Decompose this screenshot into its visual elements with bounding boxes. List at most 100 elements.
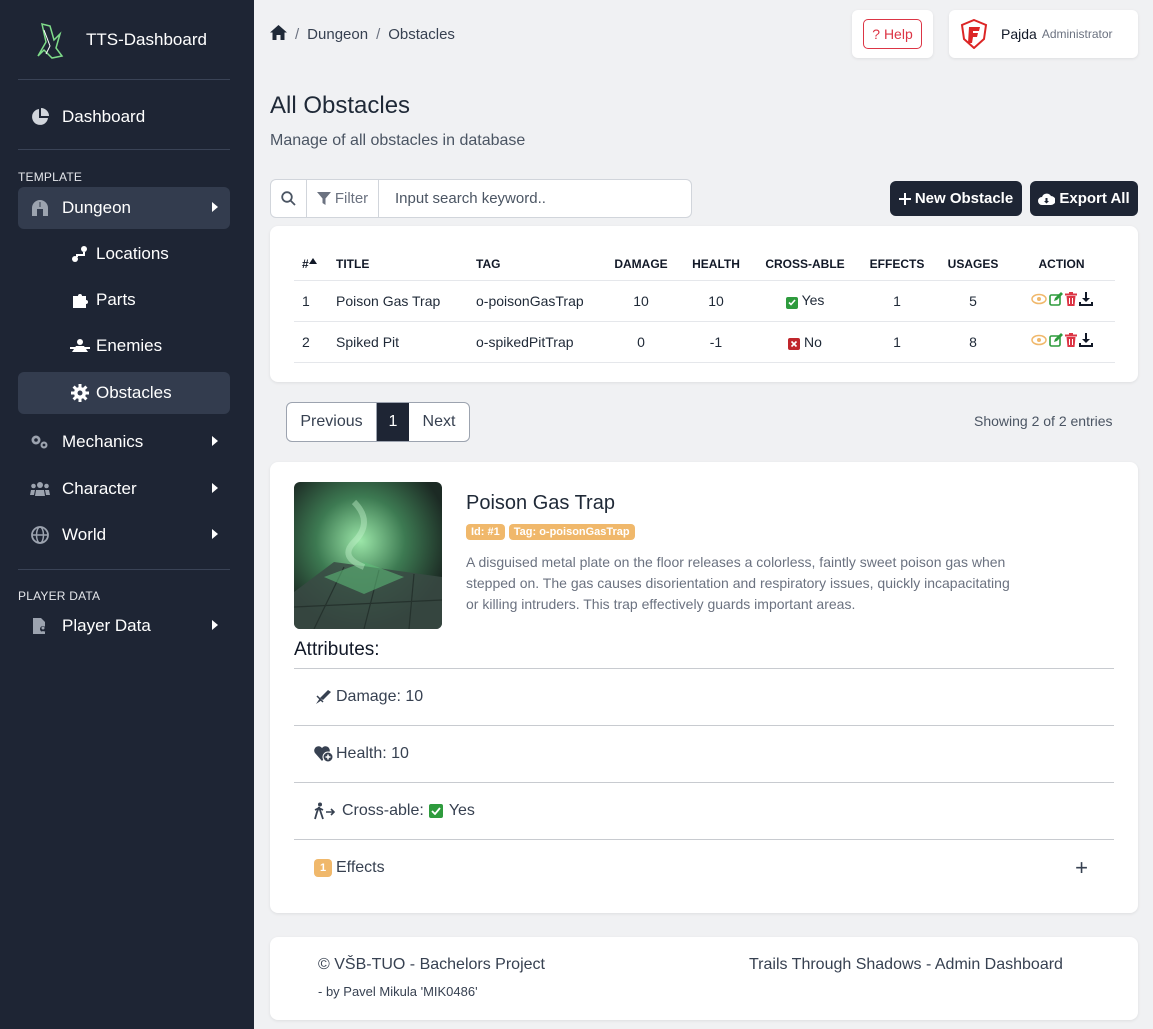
sidebar-item-locations[interactable]: Locations: [18, 233, 230, 275]
cloud-download-icon: [1038, 193, 1056, 205]
column-header-effects[interactable]: EFFECTS: [856, 248, 938, 281]
tag-badge: Tag: o-poisonGasTrap: [508, 524, 635, 540]
cell-damage: 0: [604, 321, 678, 363]
filter-button[interactable]: Filter: [307, 180, 379, 217]
crossable-value: Yes: [448, 802, 475, 819]
users-icon: [30, 479, 50, 499]
detail-title: Poison Gas Trap: [466, 492, 615, 514]
filter-icon: [316, 192, 331, 205]
sidebar-item-dungeon[interactable]: Dungeon: [18, 187, 230, 229]
sidebar-item-label: Player Data: [62, 616, 151, 635]
page-1-button[interactable]: 1: [377, 403, 409, 441]
user-role: Administrator: [1041, 27, 1113, 41]
id-badge: Id: #1: [466, 524, 505, 540]
cell-actions: [1008, 280, 1115, 322]
filter-label: Filter: [334, 190, 369, 207]
plus-icon: [898, 192, 911, 205]
download-icon[interactable]: [1078, 333, 1093, 347]
sidebar-item-label: World: [62, 525, 107, 544]
table-row[interactable]: 2 Spiked Pit o-spikedPitTrap 0 -1 No 1 8: [294, 321, 1115, 363]
trash-icon[interactable]: [1064, 333, 1077, 347]
section-label-template: TEMPLATE: [18, 170, 83, 184]
caret-right-icon: [212, 202, 218, 212]
cell-tag: o-spikedPitTrap: [468, 321, 604, 363]
sidebar-item-label: Locations: [96, 244, 169, 263]
cell-usages: 5: [938, 280, 1008, 322]
search-input[interactable]: [379, 180, 691, 217]
trash-icon[interactable]: [1064, 292, 1077, 306]
cell-damage: 10: [604, 280, 678, 322]
attribute-damage: Damage: 10: [294, 668, 1114, 725]
section-label-player-data: PLAYER DATA: [18, 589, 101, 603]
sidebar-item-label: Dashboard: [62, 107, 146, 126]
help-button[interactable]: ? Help: [863, 19, 922, 49]
column-header-health[interactable]: HEALTH: [678, 248, 754, 281]
next-button[interactable]: Next: [409, 403, 469, 441]
cell-num: 1: [294, 280, 328, 322]
breadcrumb-separator: /: [376, 26, 381, 43]
column-header-usages[interactable]: USAGES: [938, 248, 1008, 281]
footer-copyright: © VŠB-TUO - Bachelors Project: [318, 956, 545, 973]
new-obstacle-label: New Obstacle: [914, 190, 1014, 207]
eye-icon[interactable]: [1030, 292, 1047, 306]
eye-icon[interactable]: [1030, 333, 1047, 347]
cell-title: Poison Gas Trap: [328, 280, 468, 322]
brand-title: TTS-Dashboard: [86, 29, 207, 49]
home-icon[interactable]: [270, 25, 287, 44]
cell-crossable: Yes: [754, 280, 856, 322]
column-header-num[interactable]: #: [294, 248, 328, 281]
file-user-icon: [30, 616, 50, 636]
column-header-damage[interactable]: DAMAGE: [604, 248, 678, 281]
cell-title: Spiked Pit: [328, 321, 468, 363]
obstacles-table-card: # TITLE TAG DAMAGE HEALTH CROSS-ABLE EFF…: [270, 226, 1138, 382]
pie-chart-icon: [30, 107, 50, 127]
sort-up-icon: [308, 257, 317, 264]
enemies-icon: [70, 336, 90, 356]
download-icon[interactable]: [1078, 292, 1093, 306]
logo-icon: [37, 22, 64, 59]
column-header-crossable[interactable]: CROSS-ABLE: [754, 248, 856, 281]
user-avatar-icon: [960, 19, 988, 49]
new-obstacle-button[interactable]: New Obstacle: [890, 181, 1022, 216]
sidebar-item-world[interactable]: World: [18, 514, 230, 556]
table-row[interactable]: 1 Poison Gas Trap o-poisonGasTrap 10 10 …: [294, 280, 1115, 322]
sidebar-item-player-data[interactable]: Player Data: [18, 605, 230, 647]
sidebar-item-obstacles[interactable]: Obstacles: [18, 372, 230, 414]
sidebar-item-label: Dungeon: [62, 198, 132, 217]
effects-accordion[interactable]: 1 Effects +: [294, 839, 1114, 896]
footer-app-name: Trails Through Shadows - Admin Dashboard: [749, 956, 1063, 973]
sidebar-item-enemies[interactable]: Enemies: [18, 325, 230, 367]
sidebar-item-label: Mechanics: [62, 432, 144, 451]
sidebar-item-parts[interactable]: Parts: [18, 279, 230, 321]
sidebar-item-character[interactable]: Character: [18, 468, 230, 510]
globe-icon: [30, 525, 50, 545]
attribute-crossable: Cross-able: Yes: [294, 782, 1114, 839]
effects-count-badge: 1: [314, 859, 332, 877]
export-all-button[interactable]: Export All: [1030, 181, 1138, 216]
edit-icon[interactable]: [1048, 292, 1063, 306]
cell-health: 10: [678, 280, 754, 322]
cell-crossable: No: [754, 321, 856, 363]
check-icon: [785, 296, 798, 309]
column-header-tag[interactable]: TAG: [468, 248, 604, 281]
caret-right-icon: [212, 436, 218, 446]
expand-icon[interactable]: +: [1075, 855, 1088, 881]
sidebar-item-mechanics[interactable]: Mechanics: [18, 421, 230, 463]
breadcrumb-dungeon[interactable]: Dungeon: [307, 26, 368, 43]
brand[interactable]: TTS-Dashboard: [18, 0, 230, 80]
caret-right-icon: [212, 483, 218, 493]
cell-effects: 1: [856, 321, 938, 363]
table-header-row: # TITLE TAG DAMAGE HEALTH CROSS-ABLE EFF…: [294, 248, 1115, 281]
column-header-title[interactable]: TITLE: [328, 248, 468, 281]
page-subtitle: Manage of all obstacles in database: [270, 132, 526, 149]
damage-value: Damage: 10: [336, 688, 424, 705]
divider: [18, 149, 230, 150]
detail-description: A disguised metal plate on the floor rel…: [466, 554, 1010, 612]
edit-icon[interactable]: [1048, 333, 1063, 347]
user-card[interactable]: Pajda Administrator: [949, 10, 1138, 58]
entries-count: Showing 2 of 2 entries: [974, 413, 1113, 429]
previous-button[interactable]: Previous: [287, 403, 377, 441]
sidebar-item-dashboard[interactable]: Dashboard: [18, 96, 230, 138]
footer-author: - by Pavel Mikula 'MIK0486': [318, 984, 478, 999]
search-icon[interactable]: [271, 180, 307, 217]
